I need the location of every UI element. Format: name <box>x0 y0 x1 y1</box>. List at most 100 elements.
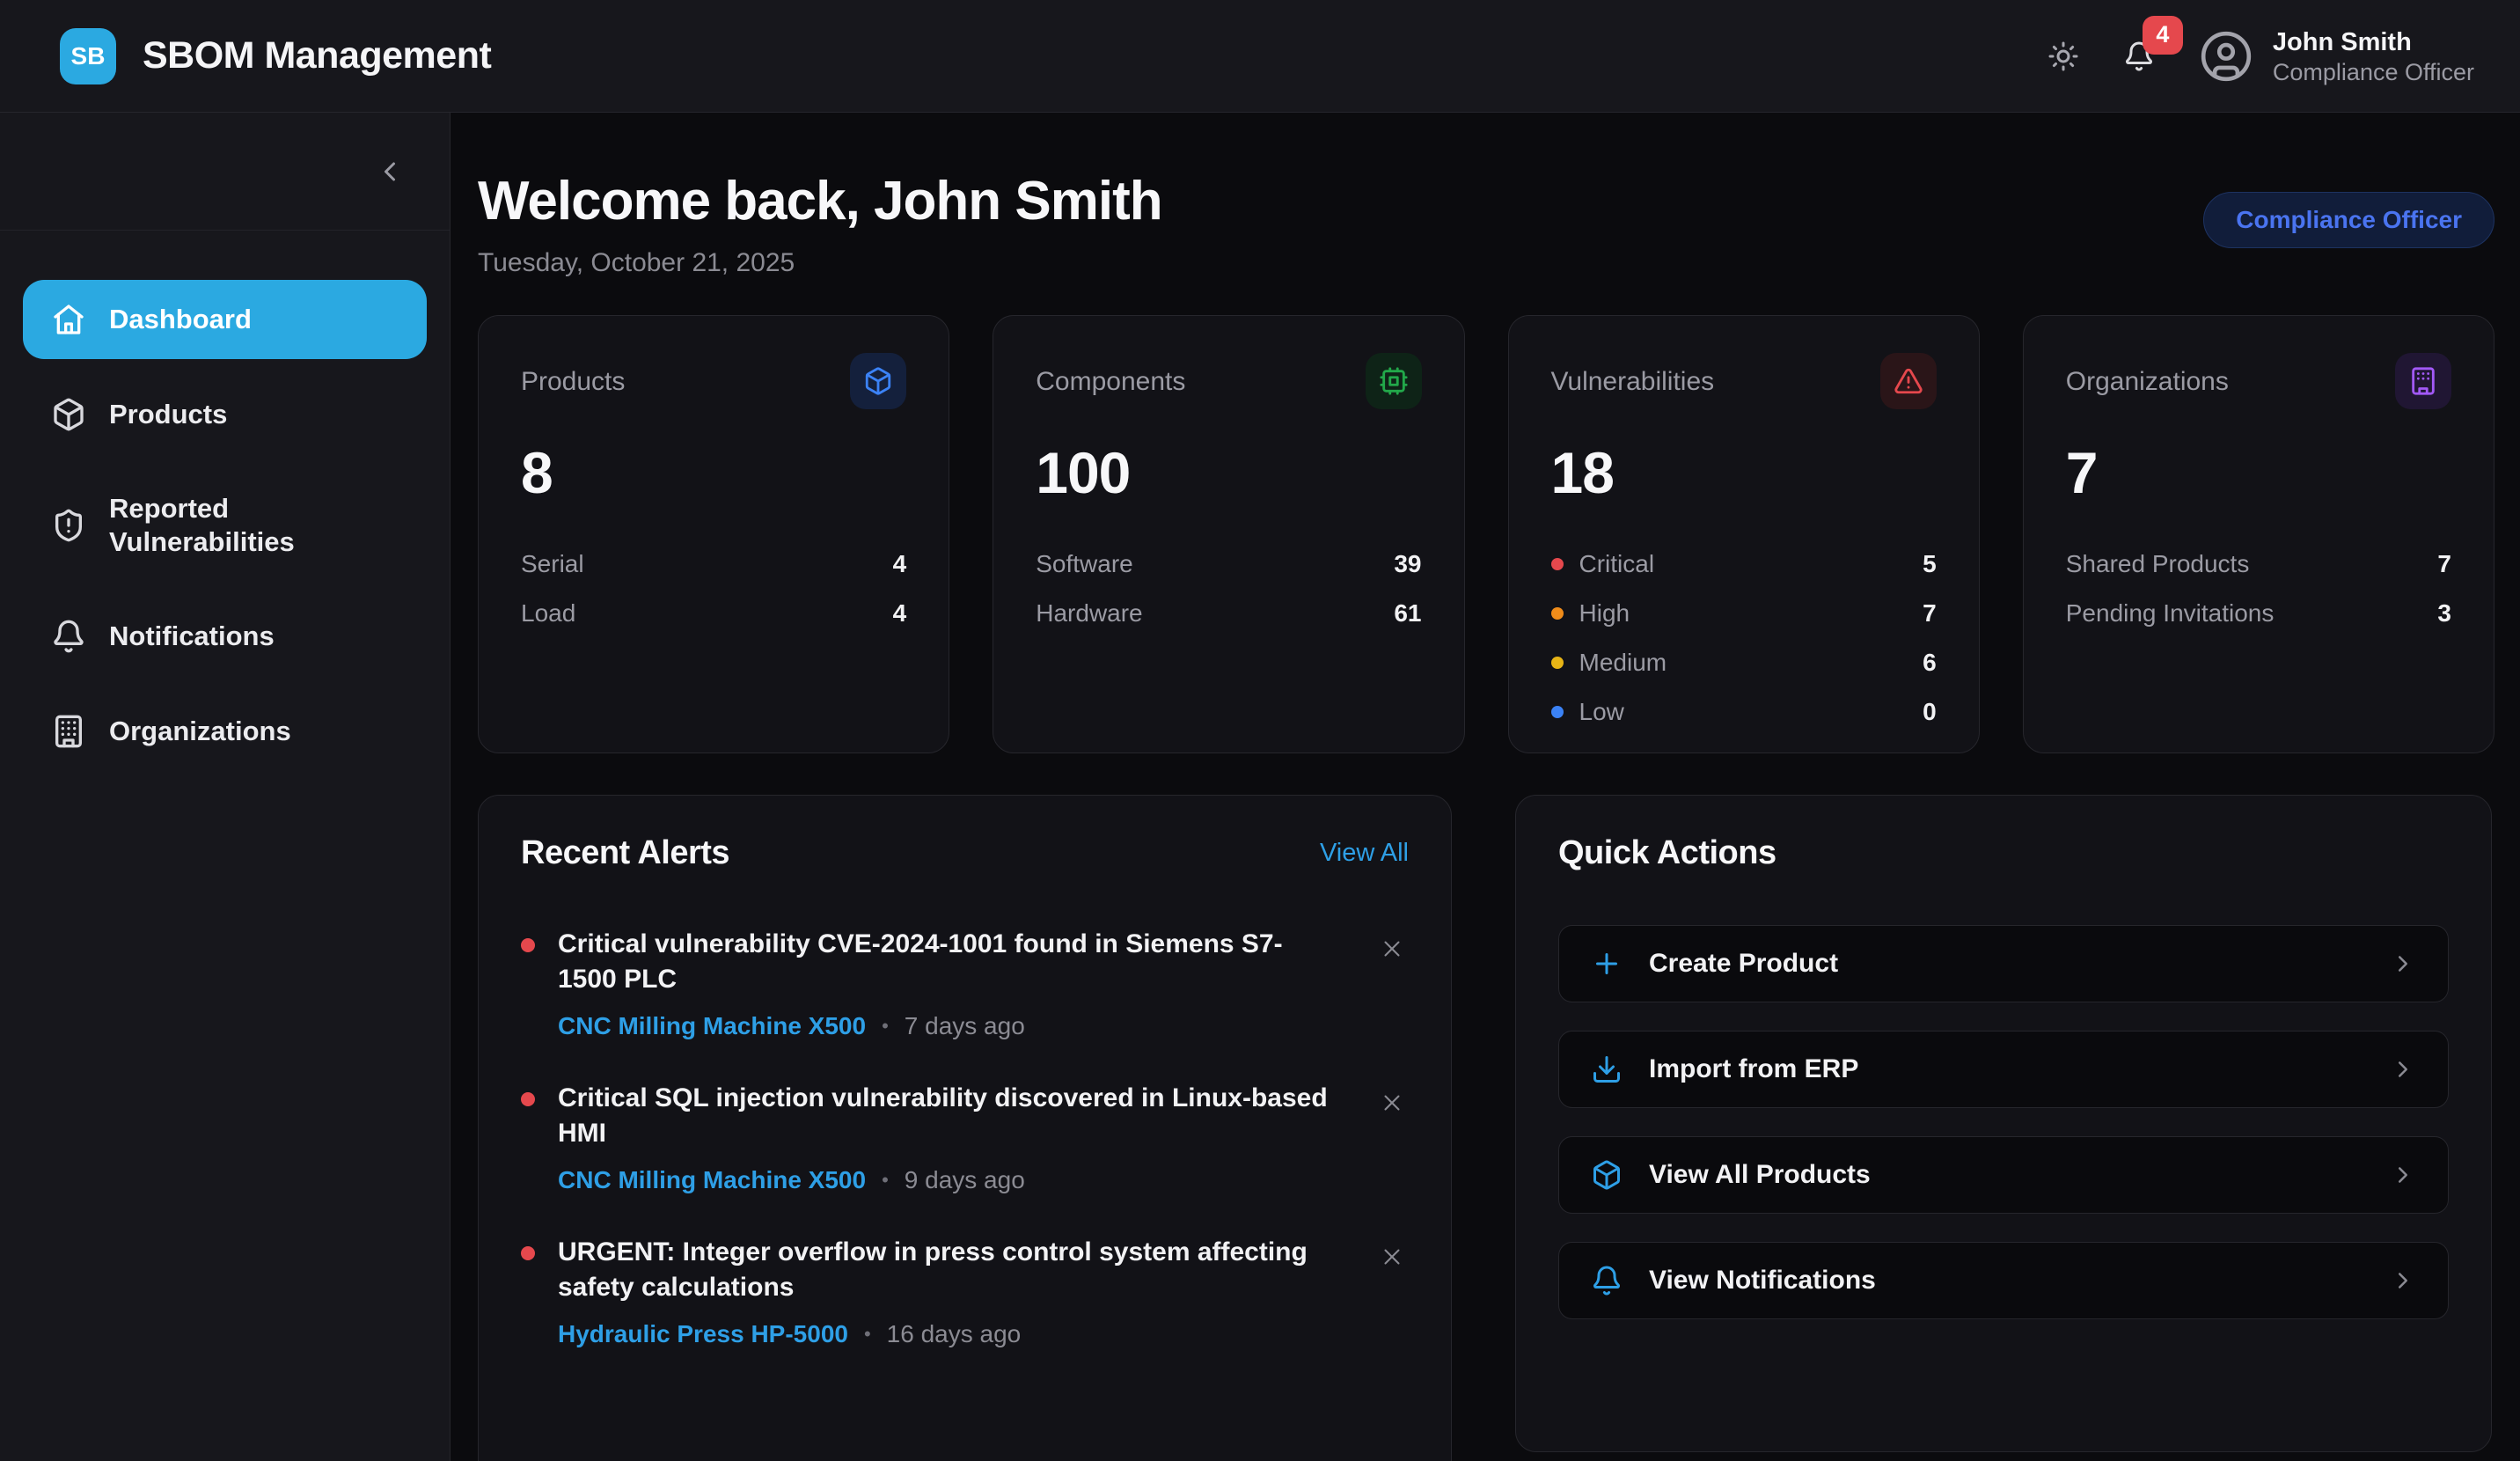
stat-row-label: Load <box>521 599 575 628</box>
sidebar-item-label: Dashboard <box>109 303 399 336</box>
stat-value: 100 <box>1036 439 1421 506</box>
severity-dot-high <box>1551 607 1564 620</box>
header-actions: 4 John Smith Compliance Officer <box>2048 26 2474 86</box>
sidebar-item-products[interactable]: Products <box>23 375 427 454</box>
alert-title: URGENT: Integer overflow in press contro… <box>558 1235 1332 1305</box>
severity-dot-medium <box>1551 657 1564 669</box>
alert-severity-dot <box>521 1246 535 1260</box>
building-icon <box>2395 353 2451 409</box>
main-content: Welcome back, John Smith Tuesday, Octobe… <box>451 113 2520 1461</box>
stat-row: Shared Products 7 <box>2066 540 2451 589</box>
page-title: Welcome back, John Smith <box>478 171 1162 232</box>
stat-row: Software 39 <box>1036 540 1421 589</box>
sidebar-item-dashboard[interactable]: Dashboard <box>23 280 427 359</box>
quick-actions-list: Create Product Import from ERP <box>1558 925 2449 1319</box>
alert-list: Critical vulnerability CVE-2024-1001 fou… <box>521 927 1409 1348</box>
stat-row-label: Shared Products <box>2066 550 2250 578</box>
stat-row-value: 5 <box>1923 550 1937 578</box>
stat-row-value: 4 <box>893 550 907 578</box>
import-from-erp-button[interactable]: Import from ERP <box>1558 1031 2449 1108</box>
dismiss-alert-button[interactable] <box>1375 1240 1409 1274</box>
dismiss-alert-button[interactable] <box>1375 932 1409 965</box>
quick-action-label: Import from ERP <box>1649 1054 1858 1084</box>
stat-row: Hardware 61 <box>1036 589 1421 638</box>
sidebar-item-reported-vulnerabilities[interactable]: Reported Vulnerabilities <box>23 470 427 581</box>
brand: SB SBOM Management <box>60 28 491 84</box>
chevron-left-icon <box>374 156 406 187</box>
chevron-right-icon <box>2390 1162 2416 1188</box>
user-menu[interactable]: John Smith Compliance Officer <box>2199 26 2474 86</box>
stat-title: Organizations <box>2066 367 2229 397</box>
alert-product-link[interactable]: Hydraulic Press HP-5000 <box>558 1320 848 1348</box>
alert-product-link[interactable]: CNC Milling Machine X500 <box>558 1012 866 1040</box>
stat-title: Products <box>521 367 625 397</box>
recent-alerts-panel: Recent Alerts View All Critical vulnerab… <box>478 795 1452 1461</box>
app-header: SB SBOM Management 4 John Smith Complian… <box>0 0 2520 113</box>
plus-icon <box>1591 948 1623 980</box>
theme-toggle-button[interactable] <box>2048 40 2079 72</box>
stat-row-label: Serial <box>521 550 584 578</box>
close-icon <box>1379 1090 1405 1116</box>
box-icon <box>850 353 906 409</box>
sidebar: Dashboard Products Reported Vulnerabilit… <box>0 113 451 1461</box>
stat-row-label: Medium <box>1579 649 1667 677</box>
quick-actions-panel: Quick Actions Create Product <box>1515 795 2492 1452</box>
stat-row-value: 6 <box>1923 649 1937 677</box>
meta-separator: • <box>882 1015 889 1038</box>
stat-cards: Products 8 Serial 4 Load 4 <box>478 315 2494 753</box>
stat-value: 18 <box>1551 439 1937 506</box>
alert-title: Critical vulnerability CVE-2024-1001 fou… <box>558 927 1332 997</box>
severity-dot-critical <box>1551 558 1564 570</box>
stat-row-value: 7 <box>1923 599 1937 628</box>
dismiss-alert-button[interactable] <box>1375 1086 1409 1120</box>
stat-title: Vulnerabilities <box>1551 367 1715 397</box>
stat-row-label: Software <box>1036 550 1133 578</box>
stat-row-label: Low <box>1579 698 1624 726</box>
user-info: John Smith Compliance Officer <box>2273 26 2474 86</box>
warning-triangle-icon <box>1880 353 1937 409</box>
stat-row-label: Critical <box>1579 550 1655 578</box>
stat-row-value: 3 <box>2437 599 2451 628</box>
alert-meta: CNC Milling Machine X500 • 9 days ago <box>558 1166 1332 1194</box>
stat-row-label: Hardware <box>1036 599 1142 628</box>
stat-card-organizations: Organizations 7 Shared Products 7 Pendin… <box>2023 315 2494 753</box>
sidebar-item-label: Reported Vulnerabilities <box>109 492 399 559</box>
quick-action-label: Create Product <box>1649 949 1838 979</box>
stat-title: Components <box>1036 367 1185 397</box>
box-icon <box>51 397 86 432</box>
app-title: SBOM Management <box>143 34 491 77</box>
alert-severity-dot <box>521 1092 535 1106</box>
severity-dot-low <box>1551 706 1564 718</box>
stat-card-vulnerabilities: Vulnerabilities 18 Critical 5 High <box>1508 315 1980 753</box>
chevron-right-icon <box>2390 1267 2416 1294</box>
view-all-link[interactable]: View All <box>1320 839 1409 868</box>
sidebar-item-organizations[interactable]: Organizations <box>23 692 427 771</box>
alert-meta: Hydraulic Press HP-5000 • 16 days ago <box>558 1320 1332 1348</box>
sidebar-item-label: Notifications <box>109 620 399 653</box>
box-icon <box>1591 1159 1623 1191</box>
sidebar-nav: Dashboard Products Reported Vulnerabilit… <box>0 231 450 771</box>
quick-action-label: View Notifications <box>1649 1266 1876 1296</box>
create-product-button[interactable]: Create Product <box>1558 925 2449 1002</box>
view-notifications-button[interactable]: View Notifications <box>1558 1242 2449 1319</box>
stat-value: 8 <box>521 439 906 506</box>
alert-meta: CNC Milling Machine X500 • 7 days ago <box>558 1012 1332 1040</box>
notifications-button[interactable]: 4 <box>2123 40 2155 72</box>
stat-row-value: 0 <box>1923 698 1937 726</box>
sidebar-item-label: Organizations <box>109 715 399 748</box>
alert-product-link[interactable]: CNC Milling Machine X500 <box>558 1166 866 1194</box>
building-icon <box>51 714 86 749</box>
alert-title: Critical SQL injection vulnerability dis… <box>558 1081 1332 1151</box>
sidebar-item-notifications[interactable]: Notifications <box>23 597 427 676</box>
sidebar-collapse-button[interactable] <box>367 149 413 195</box>
alert-item: Critical vulnerability CVE-2024-1001 fou… <box>521 927 1409 1040</box>
user-name: John Smith <box>2273 26 2474 58</box>
stat-row-label: High <box>1579 599 1630 628</box>
stat-row-high: High 7 <box>1551 589 1937 638</box>
stat-row-value: 61 <box>1394 599 1421 628</box>
stat-row-critical: Critical 5 <box>1551 540 1937 589</box>
notification-count-badge: 4 <box>2143 16 2183 55</box>
view-all-products-button[interactable]: View All Products <box>1558 1136 2449 1214</box>
welcome-block: Welcome back, John Smith Tuesday, Octobe… <box>478 171 1162 278</box>
cpu-icon <box>1366 353 1422 409</box>
